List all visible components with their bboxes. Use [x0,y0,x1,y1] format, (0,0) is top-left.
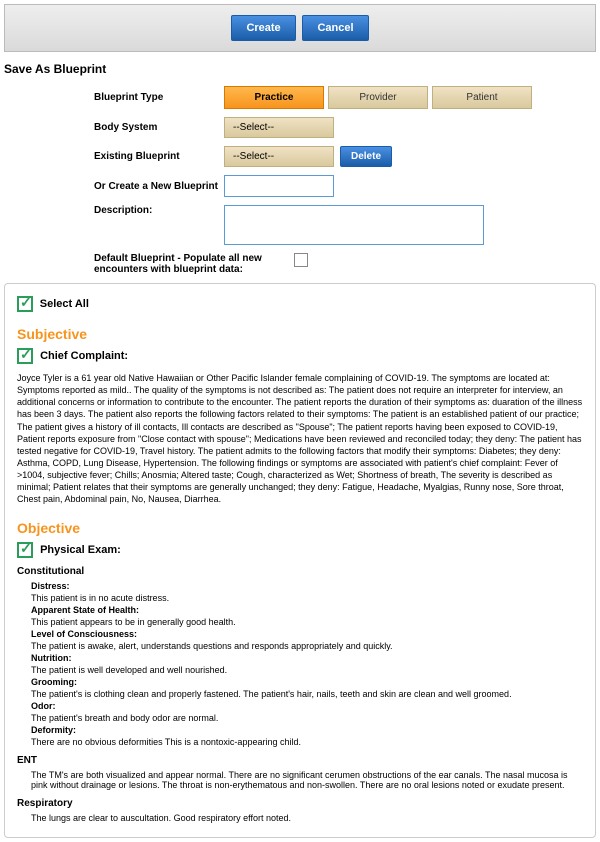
ent-heading: ENT [17,755,583,766]
subjective-heading: Subjective [17,326,583,342]
existing-blueprint-select[interactable]: --Select-- [224,146,334,167]
distress-text: This patient is in no acute distress. [31,593,583,603]
ent-text: The TM's are both visualized and appear … [31,770,583,790]
chief-complaint-label: Chief Complaint: [40,350,128,362]
nutrition-label: Nutrition: [31,653,72,663]
description-textarea[interactable] [224,205,484,245]
top-toolbar: Create Cancel [4,4,596,52]
odor-text: The patient's breath and body odor are n… [31,713,583,723]
chief-complaint-checkbox[interactable] [17,348,33,364]
loc-label: Level of Consciousness: [31,629,137,639]
default-blueprint-checkbox[interactable] [294,253,308,267]
nutrition-text: The patient is well developed and well n… [31,665,583,675]
select-all-checkbox[interactable] [17,296,33,312]
select-all-label: Select All [40,298,89,310]
create-button[interactable]: Create [231,15,295,41]
chief-complaint-text: Joyce Tyler is a 61 year old Native Hawa… [17,372,583,506]
respiratory-text: The lungs are clear to auscultation. Goo… [31,813,583,823]
physical-exam-checkbox[interactable] [17,542,33,558]
loc-text: The patient is awake, alert, understands… [31,641,583,651]
apparent-health-text: This patient appears to be in generally … [31,617,583,627]
constitutional-heading: Constitutional [17,566,583,577]
body-system-label: Body System [14,122,224,133]
content-panel: Select All Subjective Chief Complaint: J… [4,283,596,838]
grooming-label: Grooming: [31,677,77,687]
physical-exam-label: Physical Exam: [40,544,121,556]
delete-button[interactable]: Delete [340,146,392,167]
type-practice-tab[interactable]: Practice [224,86,324,109]
objective-heading: Objective [17,520,583,536]
grooming-text: The patient's is clothing clean and prop… [31,689,583,699]
page-title: Save As Blueprint [4,62,596,76]
deformity-label: Deformity: [31,725,76,735]
type-provider-tab[interactable]: Provider [328,86,428,109]
description-label: Description: [14,205,224,216]
existing-blueprint-label: Existing Blueprint [14,151,224,162]
new-blueprint-input[interactable] [224,175,334,197]
cancel-button[interactable]: Cancel [302,15,368,41]
distress-label: Distress: [31,581,70,591]
new-blueprint-label: Or Create a New Blueprint [14,181,224,192]
type-patient-tab[interactable]: Patient [432,86,532,109]
deformity-text: There are no obvious deformities This is… [31,737,583,747]
respiratory-heading: Respiratory [17,798,583,809]
default-blueprint-label: Default Blueprint - Populate all new enc… [14,253,294,275]
odor-label: Odor: [31,701,56,711]
body-system-select[interactable]: --Select-- [224,117,334,138]
blueprint-form: Blueprint Type Practice Provider Patient… [4,86,596,275]
apparent-health-label: Apparent State of Health: [31,605,139,615]
blueprint-type-label: Blueprint Type [14,92,224,103]
